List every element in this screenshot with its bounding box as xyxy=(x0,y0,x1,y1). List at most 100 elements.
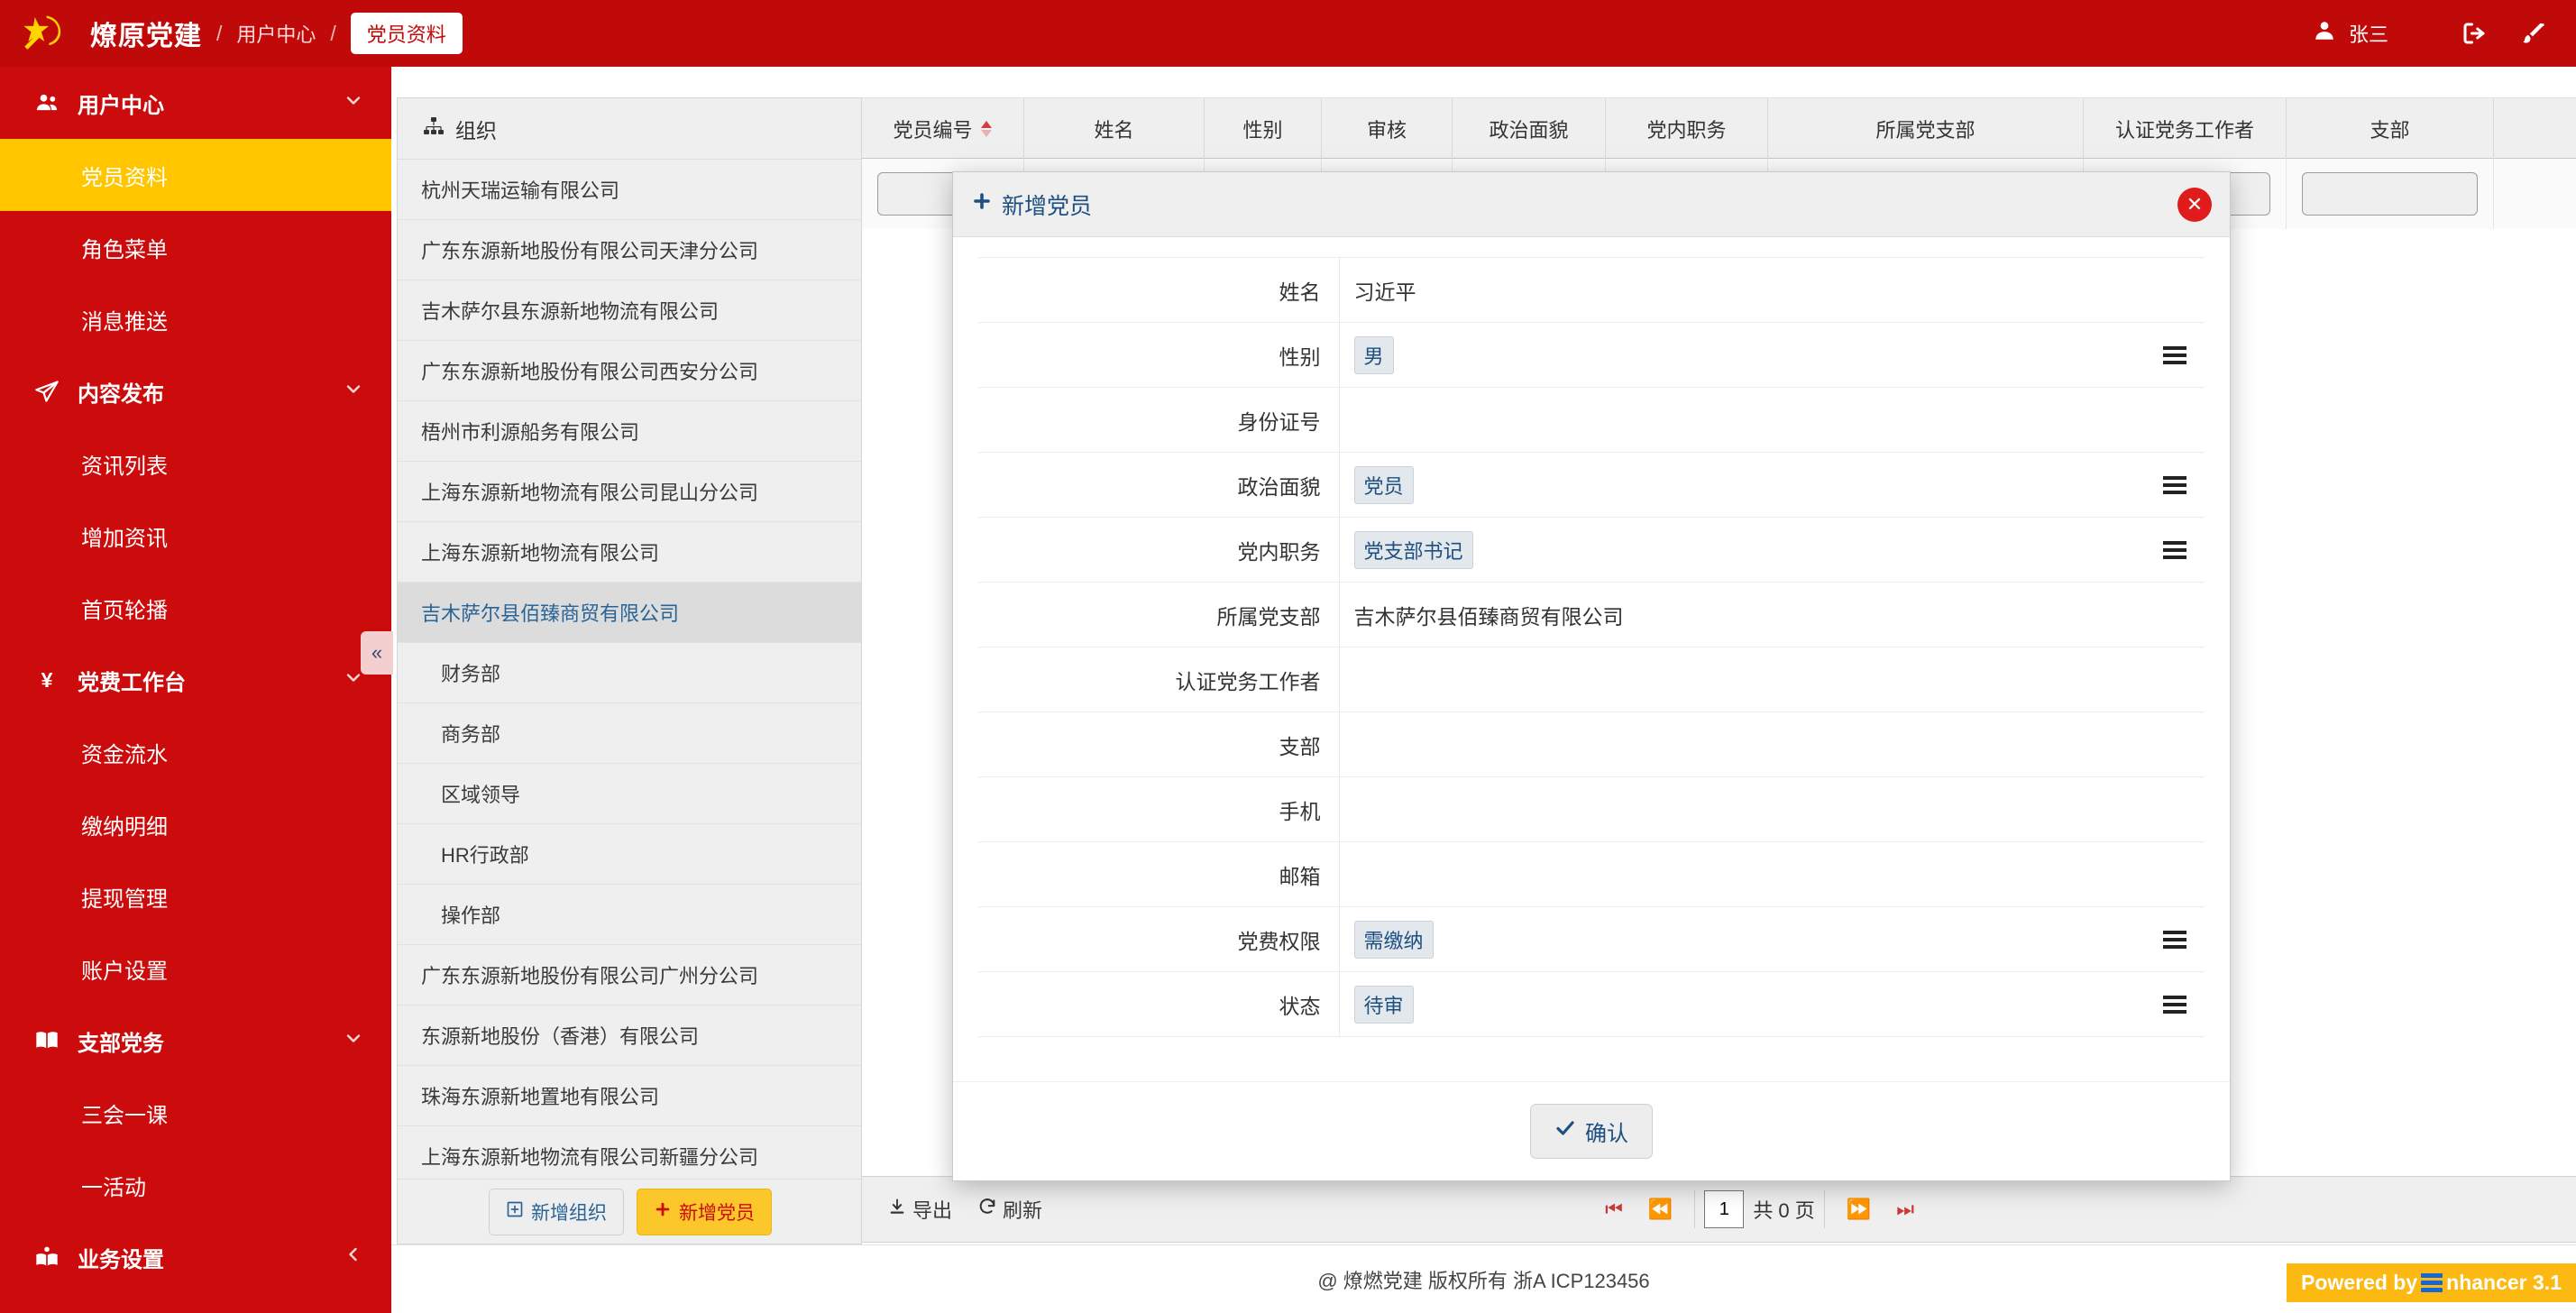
form-field-tag[interactable]: 待审 xyxy=(1353,985,1414,1024)
close-icon[interactable]: ✕ xyxy=(2177,187,2212,222)
sidebar-group-0[interactable]: 用户中心 xyxy=(0,67,391,139)
sidebar-group-16[interactable]: 业务设置 xyxy=(0,1221,391,1293)
page-next-icon[interactable]: ⏩ xyxy=(1834,1198,1884,1221)
add-organization-button[interactable]: 新增组织 xyxy=(489,1188,624,1235)
page-total-label: 共 0 页 xyxy=(1753,1199,1815,1222)
sidebar-item-label: 三会一课 xyxy=(81,1103,168,1128)
organization-row[interactable]: 吉木萨尔县东源新地物流有限公司 xyxy=(398,280,861,341)
sidebar-group-4[interactable]: 内容发布 xyxy=(0,355,391,427)
sort-arrows-icon[interactable] xyxy=(980,121,993,137)
form-row: 性别男 xyxy=(978,322,2205,388)
table-filter-input[interactable] xyxy=(2302,172,2478,216)
list-picker-icon[interactable] xyxy=(2163,540,2186,559)
chevron-down-icon[interactable] xyxy=(343,378,364,406)
form-field-cell[interactable] xyxy=(1339,712,2205,777)
table-column-header[interactable]: 党内职务 xyxy=(1606,98,1768,160)
form-field-tag[interactable]: 党员 xyxy=(1353,465,1414,504)
form-field-tag[interactable]: 男 xyxy=(1353,335,1394,374)
organization-row[interactable]: 商务部 xyxy=(398,703,861,764)
table-column-header[interactable]: 认证党务工作者 xyxy=(2084,98,2287,160)
sidebar-item-6[interactable]: 增加资讯 xyxy=(0,500,391,572)
organization-row[interactable]: 吉木萨尔县佰臻商贸有限公司 xyxy=(398,583,861,643)
form-field-cell[interactable]: 习近平 xyxy=(1339,258,2205,323)
form-field-value[interactable]: 吉木萨尔县佰臻商贸有限公司 xyxy=(1354,605,1624,629)
export-button[interactable]: 导出 xyxy=(887,1195,952,1224)
table-column-header[interactable]: 支部 xyxy=(2287,98,2494,160)
form-field-tag[interactable]: 需缴纳 xyxy=(1353,920,1434,959)
confirm-button[interactable]: 确认 xyxy=(1530,1104,1653,1159)
powered-by-prefix: Powered by xyxy=(2301,1271,2418,1294)
sidebar-item-12[interactable]: 账户设置 xyxy=(0,932,391,1005)
sidebar-item-15[interactable]: 一活动 xyxy=(0,1149,391,1221)
list-picker-icon[interactable] xyxy=(2163,475,2186,494)
sidebar-item-11[interactable]: 提现管理 xyxy=(0,860,391,932)
table-column-header[interactable]: 性别 xyxy=(1205,98,1322,160)
organization-row[interactable]: 珠海东源新地置地有限公司 xyxy=(398,1066,861,1126)
sidebar-item-5[interactable]: 资讯列表 xyxy=(0,427,391,500)
organization-row[interactable]: HR行政部 xyxy=(398,824,861,885)
page-last-icon[interactable]: ⏭ xyxy=(1884,1198,1927,1221)
breadcrumb-separator-2: / xyxy=(330,21,336,45)
organization-row[interactable]: 广东东源新地股份有限公司西安分公司 xyxy=(398,341,861,401)
breadcrumb-current[interactable]: 党员资料 xyxy=(350,13,463,54)
list-picker-icon[interactable] xyxy=(2163,930,2186,949)
organization-row[interactable]: 广东东源新地股份有限公司天津分公司 xyxy=(398,220,861,280)
list-picker-icon[interactable] xyxy=(2163,995,2186,1014)
page-first-icon[interactable]: ⏮ xyxy=(1592,1198,1636,1221)
chevron-down-icon[interactable] xyxy=(343,89,364,117)
form-field-cell[interactable] xyxy=(1339,647,2205,712)
breadcrumb-parent[interactable]: 用户中心 xyxy=(236,19,316,48)
table-filter-cell[interactable] xyxy=(2287,159,2494,229)
sidebar-item-7[interactable]: 首页轮播 xyxy=(0,572,391,644)
form-field-cell[interactable]: 党支部书记 xyxy=(1339,518,2205,583)
page-number-input[interactable] xyxy=(1704,1190,1745,1228)
organization-list[interactable]: 杭州天瑞运输有限公司 广东东源新地股份有限公司天津分公司 吉木萨尔县东源新地物流有限… xyxy=(398,160,861,1179)
form-field-cell[interactable]: 需缴纳 xyxy=(1339,907,2205,972)
organization-row[interactable]: 梧州市利源船务有限公司 xyxy=(398,401,861,462)
form-field-cell[interactable]: 男 xyxy=(1339,323,2205,388)
sidebar-item-1[interactable]: 党员资料 xyxy=(0,139,391,211)
form-field-tag[interactable]: 党支部书记 xyxy=(1353,530,1473,569)
organization-row[interactable]: 广东东源新地股份有限公司广州分公司 xyxy=(398,945,861,1005)
sidebar-item-10[interactable]: 缴纳明细 xyxy=(0,788,391,860)
table-column-header[interactable]: 审核 xyxy=(1322,98,1453,160)
organization-row[interactable]: 东源新地股份（香港）有限公司 xyxy=(398,1005,861,1066)
organization-row[interactable]: 杭州天瑞运输有限公司 xyxy=(398,160,861,220)
organization-row[interactable]: 上海东源新地物流有限公司 xyxy=(398,522,861,583)
chevron-left-icon[interactable] xyxy=(343,1244,364,1272)
sidebar-item-3[interactable]: 消息推送 xyxy=(0,283,391,355)
organization-row[interactable]: 财务部 xyxy=(398,643,861,703)
sidebar-collapse-toggle[interactable]: « xyxy=(361,631,393,675)
refresh-button[interactable]: 刷新 xyxy=(977,1195,1042,1224)
form-row: 姓名 习近平 xyxy=(978,257,2205,323)
sidebar-item-9[interactable]: 资金流水 xyxy=(0,716,391,788)
table-column-header[interactable]: 党员编号 xyxy=(862,98,1024,160)
table-column-header[interactable]: 姓名 xyxy=(1024,98,1205,160)
add-member-button[interactable]: 新增党员 xyxy=(637,1188,772,1235)
organization-row[interactable]: 操作部 xyxy=(398,885,861,945)
table-header-row: 党员编号 姓名 性别 审核 政治面貌 党内职务 所属党支部 认证党务工作者 支部 xyxy=(862,97,2576,160)
form-field-value[interactable]: 习近平 xyxy=(1354,280,1416,304)
organization-row[interactable]: 上海东源新地物流有限公司昆山分公司 xyxy=(398,462,861,522)
form-field-cell[interactable]: 吉木萨尔县佰臻商贸有限公司 xyxy=(1339,583,2205,647)
form-field-cell[interactable] xyxy=(1339,777,2205,842)
form-field-cell[interactable]: 党员 xyxy=(1339,453,2205,518)
table-column-header[interactable]: 所属党支部 xyxy=(1768,98,2084,160)
sidebar-group-8[interactable]: ¥ 党费工作台 xyxy=(0,644,391,716)
form-field-cell[interactable]: 待审 xyxy=(1339,972,2205,1037)
user-menu[interactable]: 张三 xyxy=(2313,19,2388,48)
form-field-cell[interactable] xyxy=(1339,842,2205,907)
page-prev-icon[interactable]: ⏪ xyxy=(1636,1198,1685,1221)
table-column-header[interactable]: 政治面貌 xyxy=(1453,98,1606,160)
sidebar-item-2[interactable]: 角色菜单 xyxy=(0,211,391,283)
sidebar-item-14[interactable]: 三会一课 xyxy=(0,1077,391,1149)
plus-icon xyxy=(971,190,993,218)
list-picker-icon[interactable] xyxy=(2163,345,2186,364)
chevron-down-icon[interactable] xyxy=(343,1027,364,1055)
logout-icon[interactable] xyxy=(2453,13,2495,54)
brush-icon[interactable] xyxy=(2511,13,2553,54)
organization-row[interactable]: 上海东源新地物流有限公司新疆分公司 xyxy=(398,1126,861,1179)
organization-row[interactable]: 区域领导 xyxy=(398,764,861,824)
form-field-cell[interactable] xyxy=(1339,388,2205,453)
sidebar-group-13[interactable]: 支部党务 xyxy=(0,1005,391,1077)
